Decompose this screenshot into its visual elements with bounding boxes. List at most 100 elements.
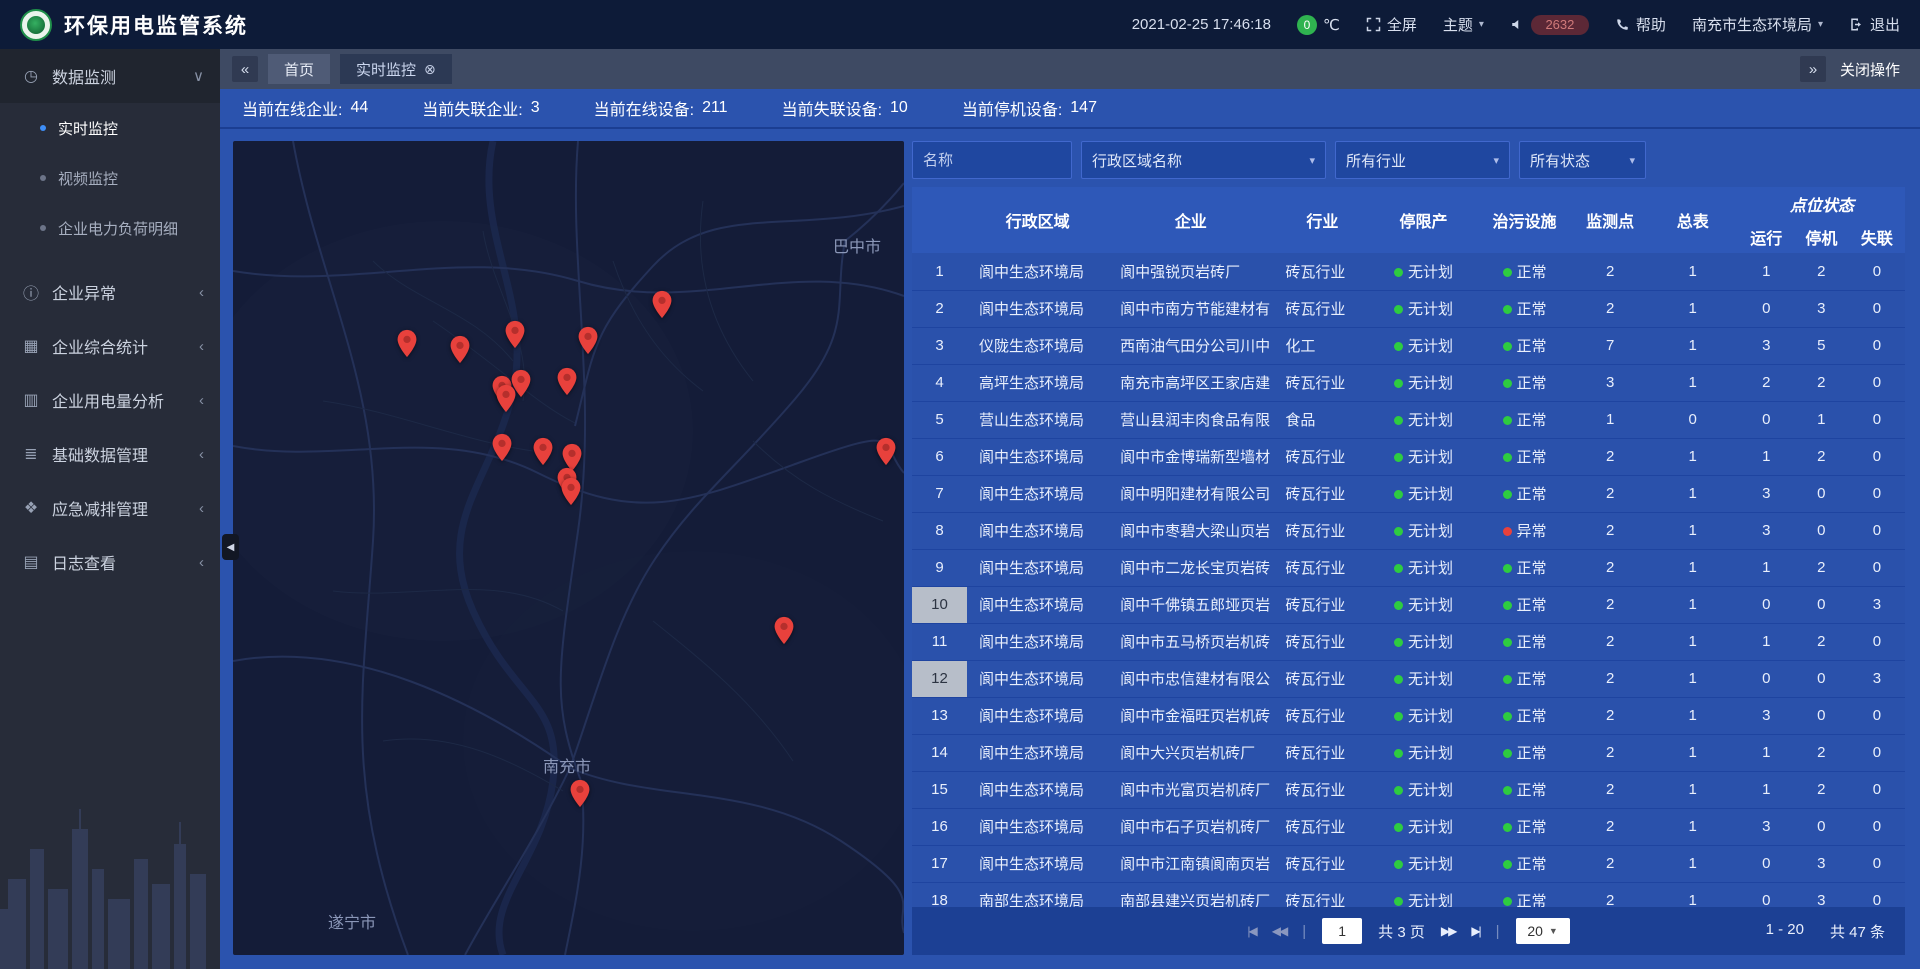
tab-home[interactable]: 首页 bbox=[268, 54, 330, 84]
cell-company: 阆中市石子页岩机砖厂 bbox=[1108, 808, 1273, 845]
close-operations-button[interactable]: 关闭操作 bbox=[1840, 59, 1900, 80]
sidebar-item-0-0[interactable]: 实时监控 bbox=[0, 103, 220, 153]
sidebar-item-0-1[interactable]: 视频监控 bbox=[0, 153, 220, 203]
sidebar-section-label: 基础数据管理 bbox=[52, 442, 148, 466]
map-pin-icon[interactable] bbox=[773, 616, 795, 645]
row-index: 12 bbox=[912, 660, 967, 697]
cell-region: 阆中生态环境局 bbox=[967, 438, 1108, 475]
map-pin-icon[interactable] bbox=[495, 384, 517, 413]
map-pin-icon[interactable] bbox=[556, 367, 578, 396]
row-index: 3 bbox=[912, 327, 967, 364]
cell-stop-status: 无计划 bbox=[1371, 586, 1475, 623]
table-row[interactable]: 13阆中生态环境局阆中市金福旺页岩机砖砖瓦行业无计划正常21300 bbox=[912, 697, 1905, 734]
region-filter-select[interactable]: 行政区域名称 ▾ bbox=[1081, 141, 1326, 179]
close-tab-icon[interactable]: ⊗ bbox=[424, 61, 436, 78]
page-size-select[interactable]: 20 ▼ bbox=[1516, 918, 1570, 944]
cell-stop-status: 无计划 bbox=[1371, 882, 1475, 907]
map-pin-icon[interactable] bbox=[532, 437, 554, 466]
map-city-label: 遂宁市 bbox=[328, 909, 376, 933]
first-page-button[interactable]: |◀ bbox=[1247, 924, 1255, 938]
map-pin-icon[interactable] bbox=[651, 290, 673, 319]
sidebar-item-0-2[interactable]: 企业电力负荷明细 bbox=[0, 203, 220, 253]
tabs-scroll-right-button[interactable]: » bbox=[1800, 56, 1826, 82]
industry-filter-select[interactable]: 所有行业 ▾ bbox=[1335, 141, 1510, 179]
table-row[interactable]: 12阆中生态环境局阆中市忠信建材有限公砖瓦行业无计划正常21003 bbox=[912, 660, 1905, 697]
filter-row: 行政区域名称 ▾ 所有行业 ▾ 所有状态 ▾ bbox=[912, 141, 1905, 179]
map-pin-icon[interactable] bbox=[577, 326, 599, 355]
cell-facility-status: 正常 bbox=[1476, 771, 1574, 808]
map-pin-icon[interactable] bbox=[504, 320, 526, 349]
table-row[interactable]: 17阆中生态环境局阆中市江南镇阆南页岩砖瓦行业无计划正常21030 bbox=[912, 845, 1905, 882]
status-dot-icon bbox=[1503, 490, 1512, 499]
sidebar-section-3[interactable]: ▥企业用电量分析‹ bbox=[0, 373, 220, 427]
cell-run: 3 bbox=[1739, 697, 1794, 734]
announcement-button[interactable]: 2632 bbox=[1510, 15, 1589, 35]
theme-dropdown[interactable]: 主题 ▾ bbox=[1443, 14, 1484, 35]
table-row[interactable]: 3仪陇生态环境局西南油气田分公司川中化工无计划正常71350 bbox=[912, 327, 1905, 364]
org-dropdown[interactable]: 南充市生态环境局 ▾ bbox=[1692, 14, 1823, 35]
table-row[interactable]: 4高坪生态环境局南充市高坪区王家店建砖瓦行业无计划正常31220 bbox=[912, 364, 1905, 401]
row-index: 10 bbox=[912, 586, 967, 623]
sidebar-section-2[interactable]: ▦企业综合统计‹ bbox=[0, 319, 220, 373]
map-pin-icon[interactable] bbox=[560, 477, 582, 506]
cell-points: 2 bbox=[1574, 845, 1647, 882]
cell-industry: 砖瓦行业 bbox=[1273, 253, 1371, 290]
sidebar-section-5[interactable]: ❖应急减排管理‹ bbox=[0, 481, 220, 535]
table-row[interactable]: 5营山生态环境局营山县润丰肉食品有限食品无计划正常10010 bbox=[912, 401, 1905, 438]
next-page-button[interactable]: ▶▶ bbox=[1441, 924, 1455, 938]
table-row[interactable]: 9阆中生态环境局阆中市二龙长宝页岩砖砖瓦行业无计划正常21120 bbox=[912, 549, 1905, 586]
last-page-button[interactable]: ▶| bbox=[1471, 924, 1479, 938]
status-filter-select[interactable]: 所有状态 ▾ bbox=[1519, 141, 1646, 179]
table-row[interactable]: 11阆中生态环境局阆中市五马桥页岩机砖砖瓦行业无计划正常21120 bbox=[912, 623, 1905, 660]
map-panel[interactable]: 巴中市南充市遂宁市 bbox=[233, 141, 904, 955]
cell-industry: 砖瓦行业 bbox=[1273, 549, 1371, 586]
tab-realtime-monitor[interactable]: 实时监控 ⊗ bbox=[340, 54, 452, 84]
help-button[interactable]: 帮助 bbox=[1615, 14, 1666, 35]
map-collapse-handle[interactable]: ◀ bbox=[222, 534, 239, 560]
fullscreen-button[interactable]: 全屏 bbox=[1366, 14, 1417, 35]
row-index: 1 bbox=[912, 253, 967, 290]
page-number-input[interactable] bbox=[1322, 918, 1362, 944]
name-filter-input[interactable] bbox=[912, 141, 1072, 179]
cell-lost: 0 bbox=[1849, 882, 1905, 907]
table-row[interactable]: 1阆中生态环境局阆中强锐页岩砖厂砖瓦行业无计划正常21120 bbox=[912, 253, 1905, 290]
cell-points: 2 bbox=[1574, 808, 1647, 845]
status-dot-icon bbox=[1394, 786, 1403, 795]
sidebar: ◷数据监测∨实时监控视频监控企业电力负荷明细 ⓘ企业异常‹▦企业综合统计‹▥企业用… bbox=[0, 49, 220, 969]
logout-button[interactable]: 退出 bbox=[1849, 14, 1900, 35]
table-row[interactable]: 2阆中生态环境局阆中市南方节能建材有砖瓦行业无计划正常21030 bbox=[912, 290, 1905, 327]
prev-page-button[interactable]: ◀◀ bbox=[1272, 924, 1286, 938]
sidebar-section-1[interactable]: ⓘ企业异常‹ bbox=[0, 265, 220, 319]
org-name: 南充市生态环境局 bbox=[1692, 14, 1812, 35]
map-pin-icon[interactable] bbox=[396, 329, 418, 358]
sidebar-section-4[interactable]: ≣基础数据管理‹ bbox=[0, 427, 220, 481]
tabs-scroll-left-button[interactable]: « bbox=[232, 56, 258, 82]
table-row[interactable]: 14阆中生态环境局阆中大兴页岩机砖厂砖瓦行业无计划正常21120 bbox=[912, 734, 1905, 771]
table-row[interactable]: 8阆中生态环境局阆中市枣碧大梁山页岩砖瓦行业无计划异常21300 bbox=[912, 512, 1905, 549]
phone-icon bbox=[1615, 17, 1630, 32]
cell-facility-status: 正常 bbox=[1476, 660, 1574, 697]
table-row[interactable]: 16阆中生态环境局阆中市石子页岩机砖厂砖瓦行业无计划正常21300 bbox=[912, 808, 1905, 845]
cell-points: 2 bbox=[1574, 697, 1647, 734]
map-pin-icon[interactable] bbox=[449, 335, 471, 364]
map-pin-icon[interactable] bbox=[569, 779, 591, 808]
table-row[interactable]: 7阆中生态环境局阆中明阳建材有限公司砖瓦行业无计划正常21300 bbox=[912, 475, 1905, 512]
table-row[interactable]: 10阆中生态环境局阆中千佛镇五郎垭页岩砖瓦行业无计划正常21003 bbox=[912, 586, 1905, 623]
sidebar-section-6[interactable]: ▤日志查看‹ bbox=[0, 535, 220, 589]
cell-stopped: 0 bbox=[1794, 660, 1849, 697]
table-row[interactable]: 15阆中生态环境局阆中市光富页岩机砖厂砖瓦行业无计划正常21120 bbox=[912, 771, 1905, 808]
cell-stop-status: 无计划 bbox=[1371, 401, 1475, 438]
cell-run: 0 bbox=[1739, 882, 1794, 907]
chevron-down-icon: ▼ bbox=[1549, 926, 1558, 936]
status-dot-icon bbox=[1503, 527, 1512, 536]
map-pin-icon[interactable] bbox=[491, 433, 513, 462]
sidebar-item-label: 视频监控 bbox=[58, 168, 118, 189]
cell-meters: 0 bbox=[1647, 401, 1739, 438]
map-pin-icon[interactable] bbox=[875, 437, 897, 466]
sidebar-section-0[interactable]: ◷数据监测∨ bbox=[0, 49, 220, 103]
table-row[interactable]: 6阆中生态环境局阆中市金博瑞新型墙材砖瓦行业无计划正常21120 bbox=[912, 438, 1905, 475]
status-dot-icon bbox=[1503, 453, 1512, 462]
cell-lost: 0 bbox=[1849, 401, 1905, 438]
table-row[interactable]: 18南部生态环境局南部县建兴页岩机砖厂砖瓦行业无计划正常21030 bbox=[912, 882, 1905, 907]
cell-stopped: 0 bbox=[1794, 475, 1849, 512]
